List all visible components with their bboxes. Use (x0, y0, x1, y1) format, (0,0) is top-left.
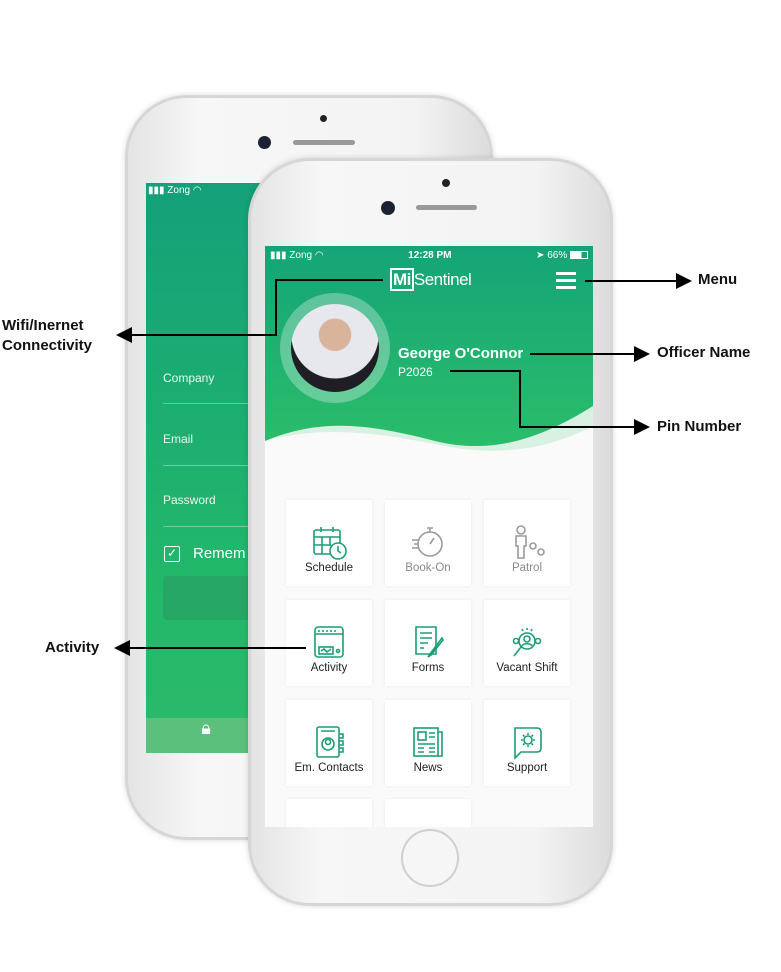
label-menu: Menu (698, 271, 738, 288)
label-connectivity: Connectivity (2, 337, 93, 354)
annotation-arrows (114, 273, 692, 656)
label-pin-number: Pin Number (657, 418, 742, 435)
label-officer-name: Officer Name (657, 344, 751, 361)
label-activity: Activity (45, 639, 100, 656)
label-wifi: Wifi/Inernet (2, 317, 84, 334)
